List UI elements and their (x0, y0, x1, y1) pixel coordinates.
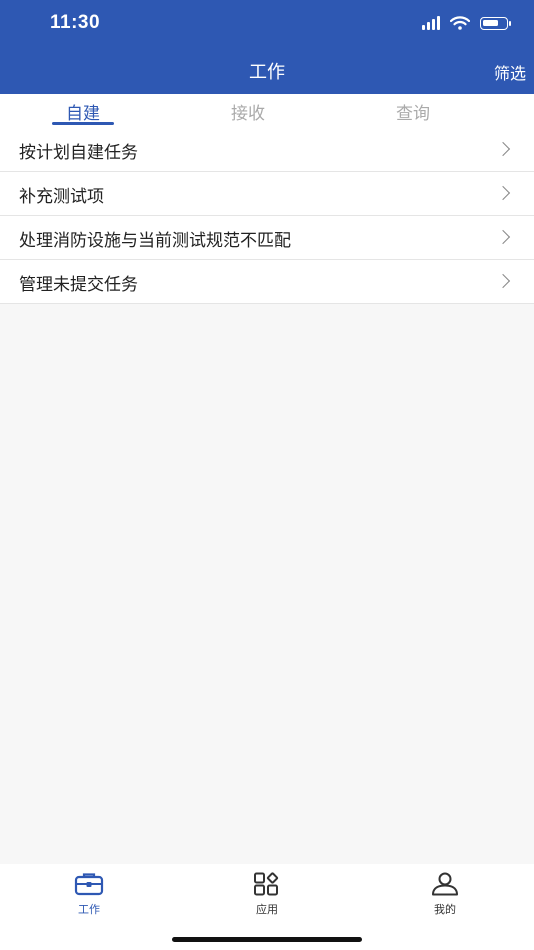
chevron-right-icon (495, 185, 511, 201)
filter-button[interactable]: 筛选 (494, 60, 526, 84)
tab-query[interactable]: 查询 (353, 99, 473, 124)
battery-icon (480, 16, 511, 30)
list-item-unsubmitted[interactable]: 管理未提交任务 (0, 260, 534, 304)
home-indicator (172, 937, 362, 942)
list-item-label: 管理未提交任务 (19, 275, 138, 295)
user-icon (432, 872, 458, 896)
segment-tabs: 自建 接收 查询 (0, 94, 534, 128)
cellular-signal-icon (422, 16, 440, 30)
tab-received[interactable]: 接收 (188, 99, 308, 124)
tabbar-item-work[interactable]: 工作 (49, 872, 129, 917)
list-item-plan-task[interactable]: 按计划自建任务 (0, 128, 534, 172)
status-icons (422, 16, 511, 30)
chevron-right-icon (495, 141, 511, 157)
task-menu-list: 按计划自建任务 补充测试项 处理消防设施与当前测试规范不匹配 管理未提交任务 (0, 128, 534, 304)
status-time: 11:30 (50, 12, 101, 33)
wifi-icon (450, 16, 470, 30)
tab-self-created[interactable]: 自建 (23, 99, 143, 124)
page-title: 工作 (249, 62, 285, 83)
briefcase-icon (74, 873, 104, 896)
list-item-label: 按计划自建任务 (19, 143, 138, 163)
list-item-label: 补充测试项 (19, 187, 104, 207)
chevron-right-icon (495, 229, 511, 245)
list-item-mismatch[interactable]: 处理消防设施与当前测试规范不匹配 (0, 216, 534, 260)
tabbar-item-apps[interactable]: 应用 (227, 872, 307, 917)
chevron-right-icon (495, 273, 511, 289)
tabbar-item-mine[interactable]: 我的 (405, 872, 485, 917)
list-item-supplement-test[interactable]: 补充测试项 (0, 172, 534, 216)
tabbar-label: 应用 (256, 903, 278, 916)
apps-grid-icon (254, 872, 279, 896)
tabbar-label: 工作 (78, 903, 100, 916)
app-header: 11:30 工作 筛选 (0, 0, 534, 94)
list-item-label: 处理消防设施与当前测试规范不匹配 (19, 231, 291, 251)
tabbar-label: 我的 (434, 903, 456, 916)
tab-indicator (52, 122, 114, 125)
